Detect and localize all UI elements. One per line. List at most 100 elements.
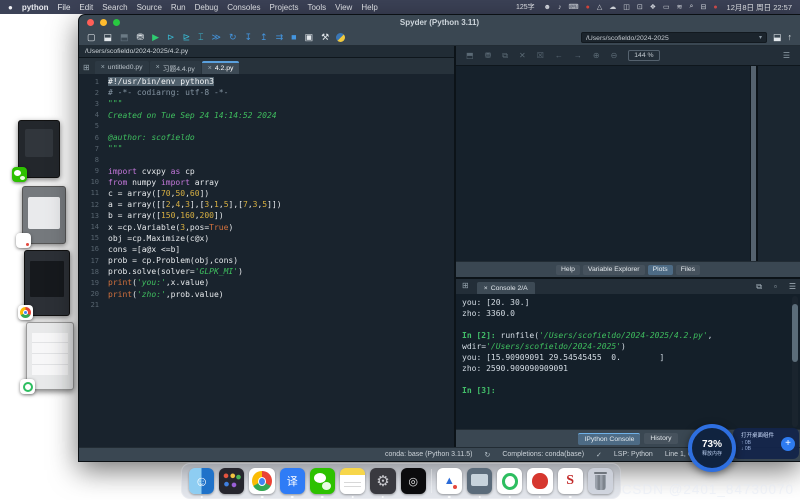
hamburger-menu-icon[interactable]: ☰ — [783, 51, 790, 60]
dock-finder[interactable]: ☺ — [189, 468, 214, 494]
menu-consoles[interactable]: Consoles — [227, 3, 260, 12]
tab-history[interactable]: History — [644, 433, 677, 444]
remove-all-plots-button[interactable]: ☒ — [537, 52, 544, 60]
zoom-in-button[interactable]: ⊕ — [593, 52, 600, 60]
copy-plot-button[interactable]: ⧉ — [502, 52, 508, 60]
open-file-button[interactable]: ⬓ — [104, 33, 113, 42]
run-selection-button[interactable]: ⌶ — [198, 33, 203, 42]
dock-wechat[interactable] — [310, 468, 335, 494]
menu-view[interactable]: View — [335, 3, 352, 12]
save-button[interactable]: ⬒ — [120, 33, 129, 42]
tab-ipython-console[interactable]: IPython Console — [578, 433, 640, 445]
console-menu-icon[interactable]: ☰ — [789, 283, 796, 291]
bluetooth-icon[interactable]: ❖ — [650, 3, 656, 11]
stop-button[interactable]: ■ — [291, 33, 296, 42]
dock-system-settings[interactable]: ⚙ — [370, 468, 395, 494]
mic-icon[interactable]: ♪ — [558, 4, 562, 11]
dock-chrome[interactable] — [249, 468, 274, 494]
extensions-icon[interactable]: ◫ — [623, 3, 630, 11]
dock-evernote[interactable] — [497, 468, 522, 494]
cloud-icon[interactable]: ☁ — [609, 3, 616, 11]
options-icon[interactable]: ▫ — [774, 283, 777, 291]
menu-search[interactable]: Search — [102, 3, 127, 12]
menu-run[interactable]: Run — [171, 3, 186, 12]
editor-code-area[interactable]: 1#!/usr/bin/env python32# -*- codiarng: … — [79, 74, 454, 447]
debug-button[interactable]: ≫ — [212, 33, 221, 42]
completions-status[interactable]: Completions: conda(base) — [502, 451, 584, 458]
menu-help[interactable]: Help — [361, 3, 377, 12]
save-all-plots-button[interactable]: ⛃ — [485, 52, 492, 60]
app-menu[interactable]: python — [22, 3, 49, 12]
next-plot-button[interactable]: → — [574, 52, 582, 60]
tab-files[interactable]: Files — [676, 265, 700, 275]
close-tab-icon[interactable]: × — [484, 285, 488, 292]
close-tab-icon[interactable]: × — [101, 64, 105, 71]
wechat-window-thumbnail[interactable] — [18, 120, 60, 178]
menu-source[interactable]: Source — [137, 3, 162, 12]
lsp-status[interactable]: LSP: Python — [614, 451, 653, 458]
dock-translate[interactable]: 译 — [280, 468, 305, 494]
copy-console-icon[interactable]: ⧉ — [756, 283, 762, 291]
capture-icon[interactable]: ⊡ — [637, 3, 643, 11]
editor-tab-untitled0.py[interactable]: ×untitled0.py — [95, 61, 149, 74]
parent-directory-button[interactable]: ↑ — [788, 33, 793, 42]
dock-notes[interactable] — [340, 468, 365, 494]
pane-menu-icon[interactable]: ⊞ — [462, 281, 469, 290]
new-file-button[interactable]: ▢ — [87, 33, 96, 42]
wifi-icon[interactable]: ≋ — [677, 3, 683, 11]
conda-env-status[interactable]: conda: base (Python 3.11.5) — [385, 451, 472, 458]
step-over-button[interactable]: ↧ — [244, 33, 252, 42]
working-directory-field[interactable]: /Users/scofieldo/2024-2025 ▾ — [581, 32, 767, 43]
previous-plot-button[interactable]: ← — [555, 52, 563, 60]
dot-icon[interactable]: ● — [713, 4, 717, 11]
record-icon[interactable]: ● — [586, 4, 590, 11]
console-tab[interactable]: × Console 2/A — [477, 282, 535, 294]
console-output[interactable]: you: [20. 30.]zho: 3360.0In [2]: runfile… — [456, 294, 800, 429]
editor-tab-习题4.4.py[interactable]: ×习题4.4.py — [150, 61, 201, 74]
zoom-out-button[interactable]: ⊖ — [611, 52, 618, 60]
dock-keychain[interactable]: ◎ — [401, 468, 426, 494]
step-return-button[interactable]: ↥ — [260, 33, 268, 42]
chrome-window-thumbnail[interactable] — [24, 250, 70, 316]
run-cell-button[interactable]: ⊳ — [167, 33, 175, 42]
debug-cell-button[interactable]: ↻ — [229, 33, 237, 42]
continue-button[interactable]: ⇉ — [276, 33, 284, 42]
shapes-icon[interactable]: △ — [597, 3, 602, 11]
memory-gauge-widget[interactable]: 73% 释放内存 — [688, 424, 736, 472]
keyboard-icon[interactable]: ⌨ — [569, 3, 579, 11]
preferences-button[interactable]: ⚒ — [321, 33, 329, 42]
display-icon[interactable]: ⊟ — [700, 3, 706, 11]
dock-red-apple-app[interactable] — [527, 468, 552, 494]
cloud-window-thumbnail[interactable] — [22, 186, 66, 244]
close-tab-icon[interactable]: × — [208, 65, 212, 72]
battery-icon[interactable]: ▭ — [663, 3, 670, 11]
pane-menu-icon[interactable]: ⊞ — [83, 63, 90, 72]
run-button[interactable]: ▶ — [152, 33, 159, 42]
save-plot-button[interactable]: ⬒ — [466, 52, 474, 60]
console-scrollbar[interactable] — [792, 296, 798, 427]
search-icon[interactable]: ⌕ — [690, 3, 694, 11]
titlebar[interactable]: Spyder (Python 3.11) — [79, 15, 800, 29]
tab-plots[interactable]: Plots — [648, 265, 673, 275]
dock-launchpad[interactable] — [219, 468, 244, 494]
plots-zoom-level[interactable]: 144 % — [628, 50, 659, 61]
tab-variable-explorer[interactable]: Variable Explorer — [583, 265, 645, 275]
editor-tab-4.2.py[interactable]: ×4.2.py — [202, 61, 240, 74]
chevron-down-icon[interactable]: ▾ — [759, 33, 762, 42]
save-all-button[interactable]: ⛃ — [137, 33, 145, 42]
dock-cloud-drive[interactable]: ▲ — [437, 468, 462, 494]
menu-tools[interactable]: Tools — [307, 3, 326, 12]
face-icon[interactable]: ☻ — [544, 4, 551, 11]
evernote-window-thumbnail[interactable] — [26, 322, 74, 390]
dock-media-app[interactable] — [467, 468, 492, 494]
menu-debug[interactable]: Debug — [195, 3, 219, 12]
menu-edit[interactable]: Edit — [79, 3, 93, 12]
tab-help[interactable]: Help — [556, 265, 580, 275]
remove-plot-button[interactable]: ✕ — [519, 52, 526, 60]
maximize-pane-button[interactable]: ▣ — [305, 33, 314, 42]
menu-projects[interactable]: Projects — [270, 3, 299, 12]
dock-s-app[interactable]: S — [558, 468, 583, 494]
menubar-clock[interactable]: 12月8日 周日 22:57 — [727, 2, 792, 13]
run-cell-advance-button[interactable]: ⊵ — [183, 33, 191, 42]
apple-menu-icon[interactable]: ● — [8, 3, 13, 12]
